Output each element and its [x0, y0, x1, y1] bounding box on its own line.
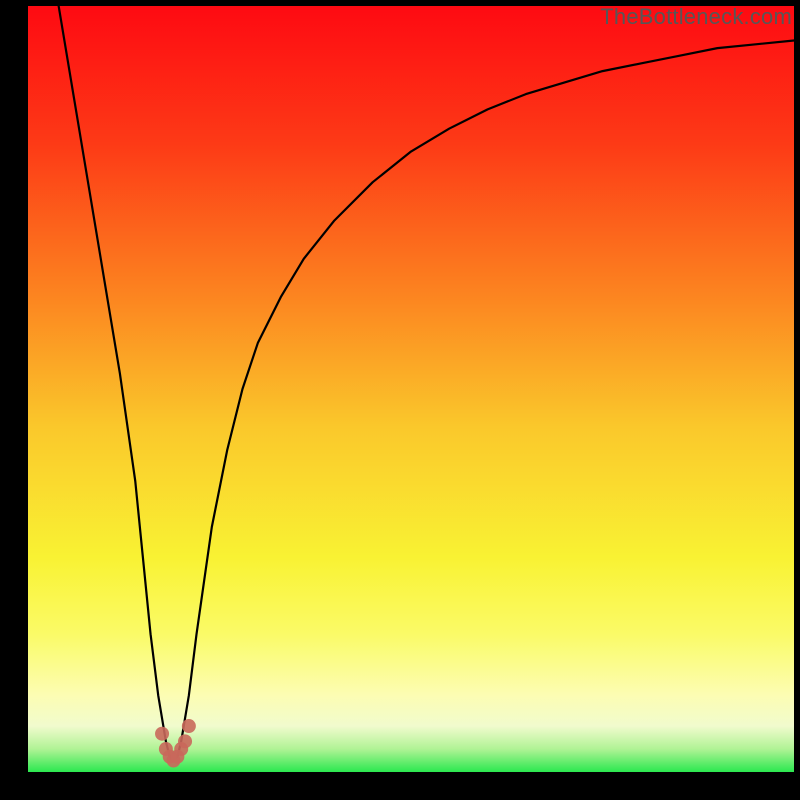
watermark-text: TheBottleneck.com [600, 4, 792, 30]
dip-marker [155, 727, 169, 741]
chart-svg [28, 6, 794, 772]
dip-marker [182, 719, 196, 733]
dip-marker [178, 734, 192, 748]
gradient-background [28, 6, 794, 772]
plot-area [28, 6, 794, 772]
chart-frame: TheBottleneck.com [0, 0, 800, 800]
